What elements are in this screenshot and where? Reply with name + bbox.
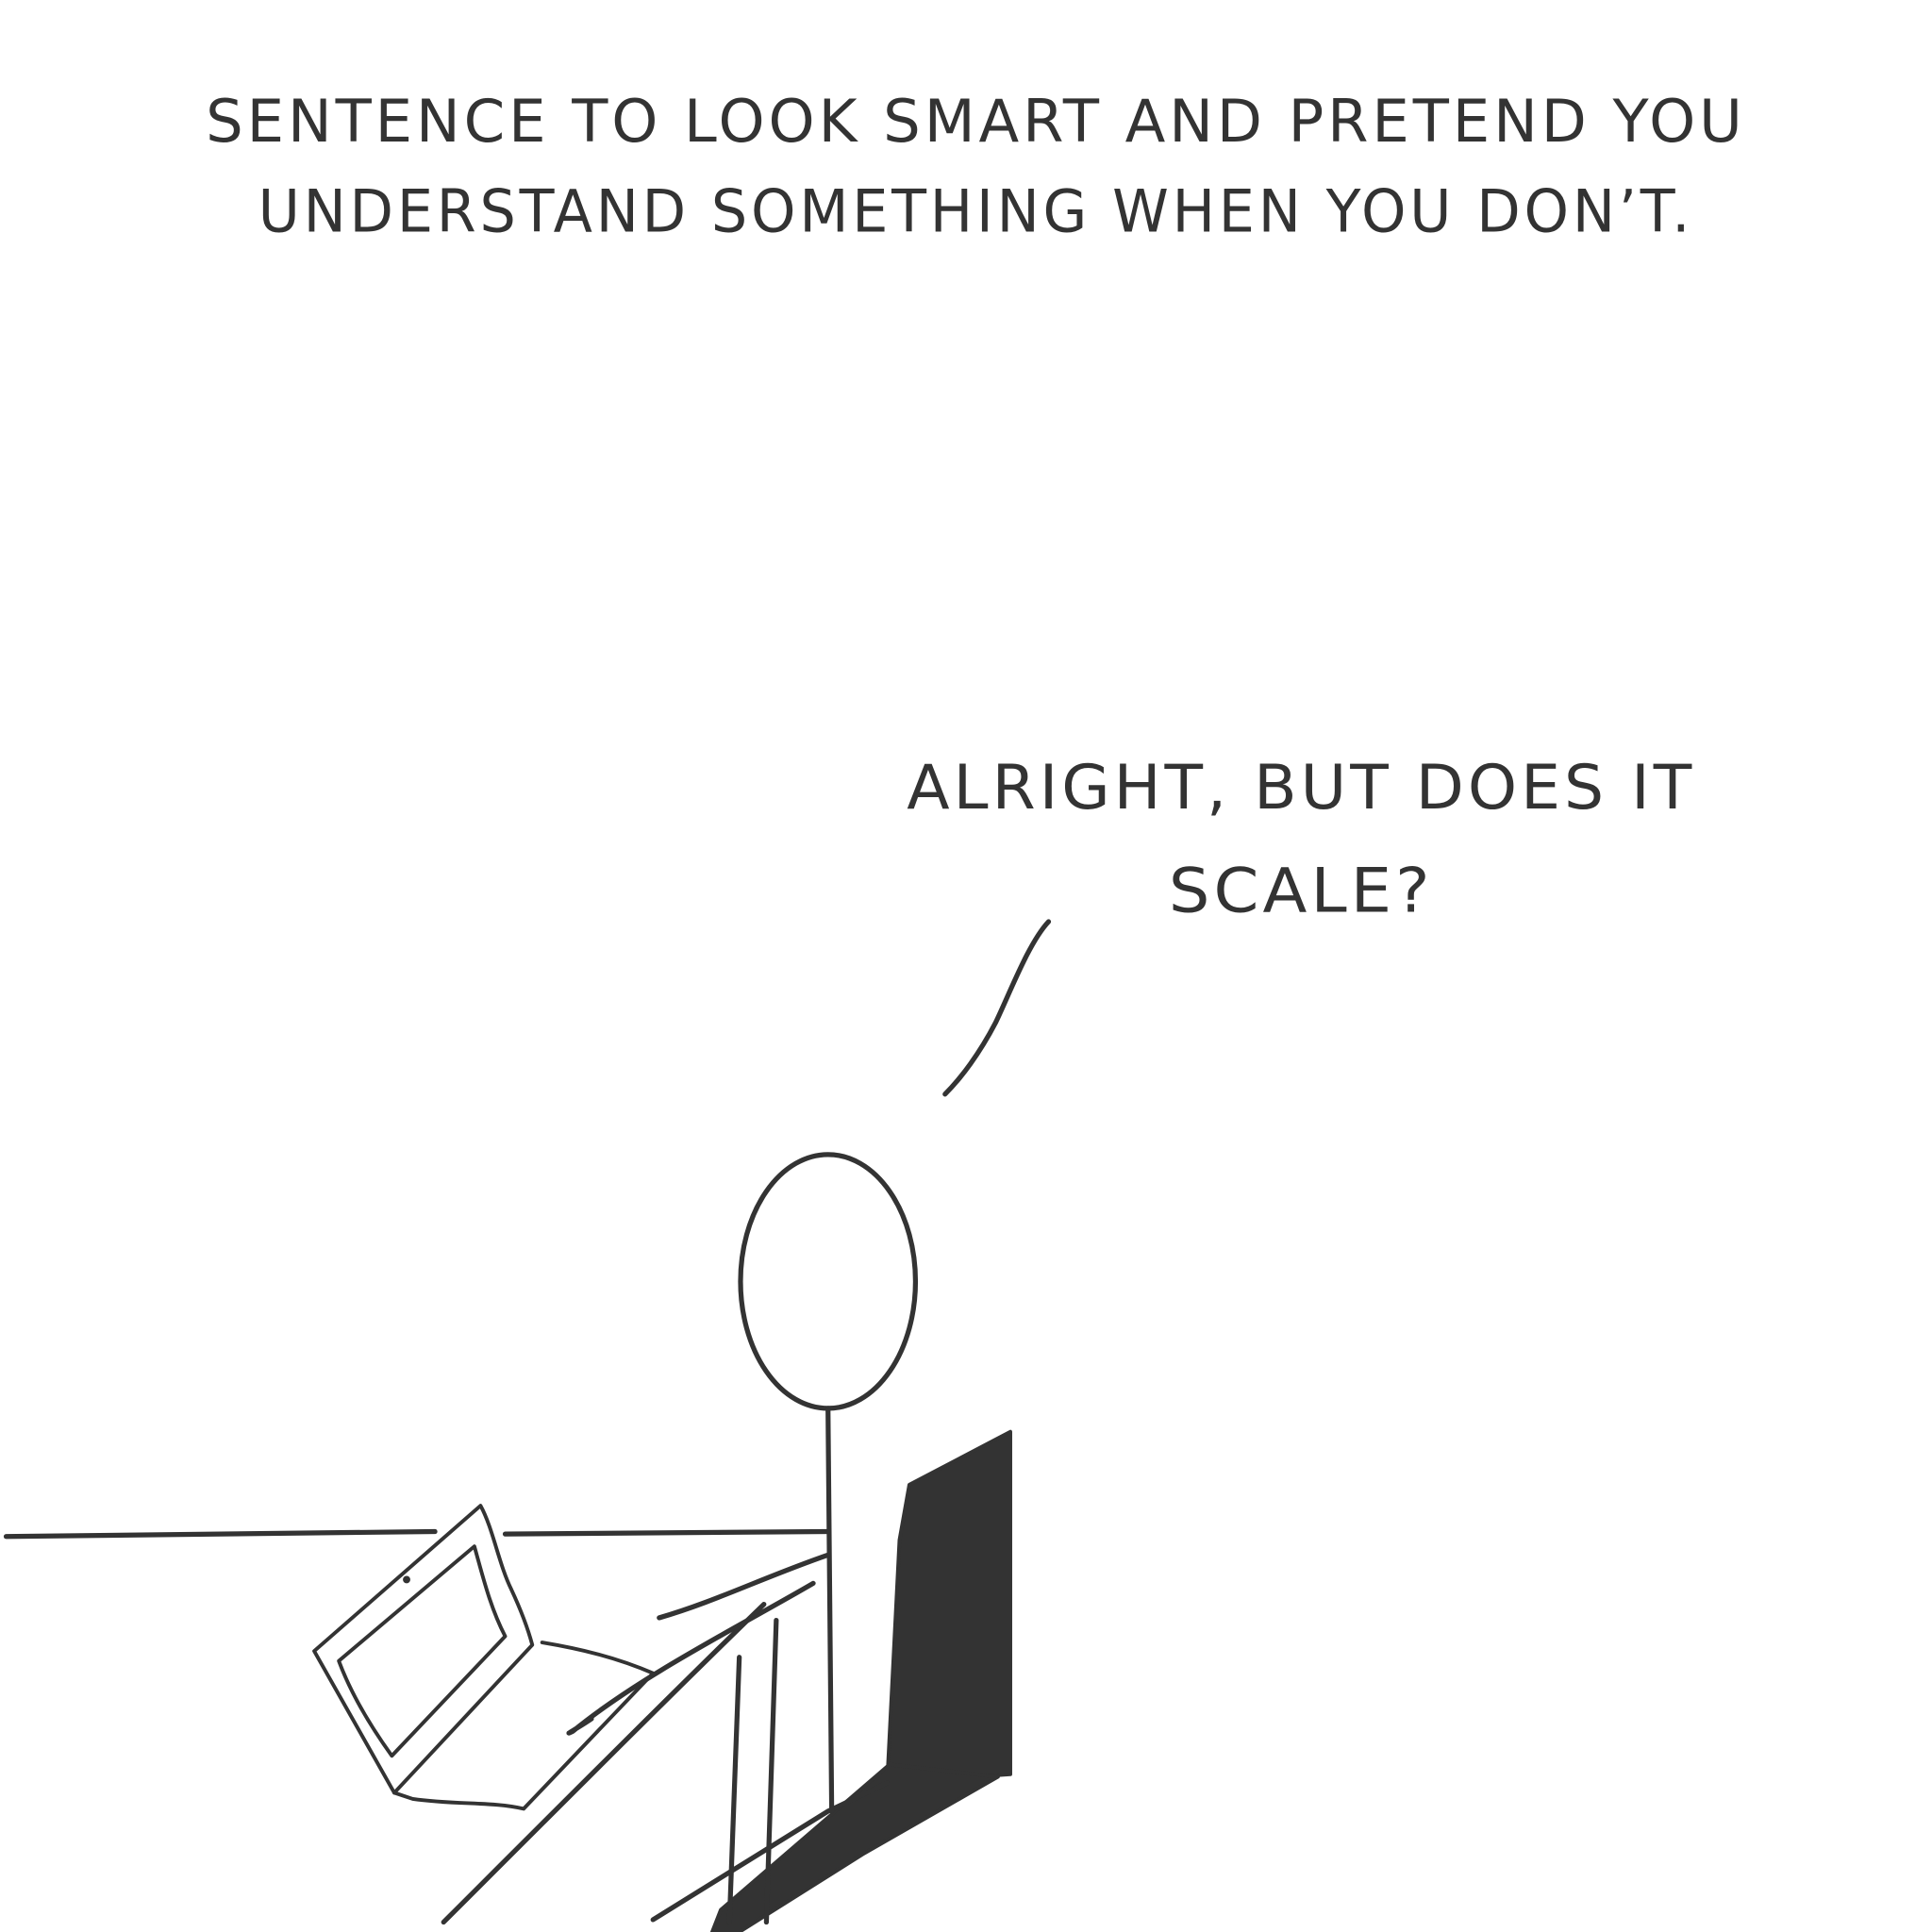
caption-line-1: SENTENCE TO LOOK SMART AND PRETEND YOU: [206, 87, 1746, 156]
table: [3, 1528, 831, 1540]
leg-left: [726, 1655, 742, 1925]
body: [825, 1406, 835, 1814]
caption: SENTENCE TO LOOK SMART AND PRETEND YOU U…: [206, 87, 1746, 246]
chair-back: [885, 1429, 1012, 1785]
comic-panel: SENTENCE TO LOOK SMART AND PRETEND YOU U…: [3, 87, 1746, 1932]
arm-upper: [657, 1552, 831, 1621]
speech-line-2: SCALE?: [1169, 856, 1434, 927]
head: [738, 1152, 919, 1411]
speech-line-1: ALRIGHT, BUT DOES IT: [907, 752, 1695, 824]
speech: ALRIGHT, BUT DOES IT SCALE?: [907, 752, 1695, 1097]
caption-line-2: UNDERSTAND SOMETHING WHEN YOU DON’T.: [258, 177, 1694, 246]
chair-seat: [709, 1762, 1000, 1932]
speech-tail: [942, 919, 1052, 1097]
